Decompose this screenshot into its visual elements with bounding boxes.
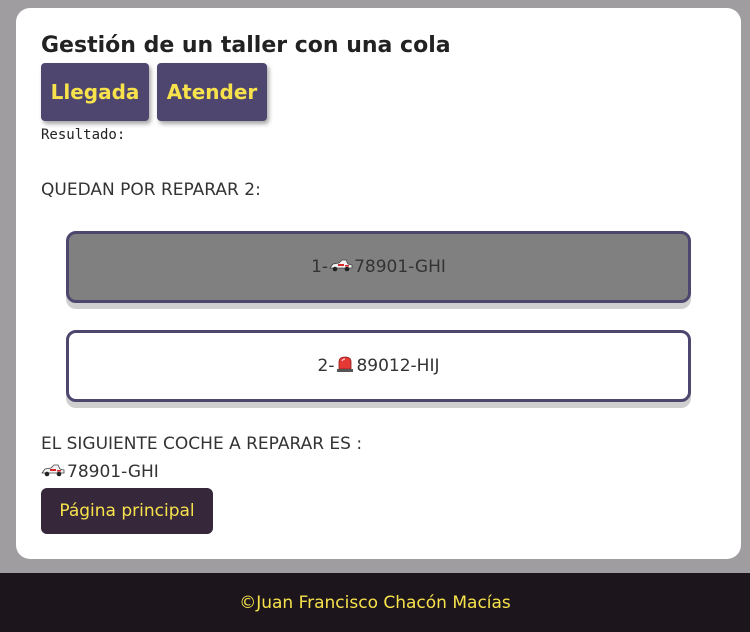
footer: ©Juan Francisco Chacón Macías [0,573,750,632]
queue-item-1[interactable]: 1- 78901-GHI [66,231,691,303]
atender-button[interactable]: Atender [157,63,267,121]
queue-item-2[interactable]: 2- 89012-HIJ [66,330,691,402]
llegada-button[interactable]: Llegada [41,63,149,121]
police-light-icon [335,355,355,378]
main-card: Gestión de un taller con una cola Llegad… [16,8,741,559]
race-car-icon [41,462,65,482]
queue-heading: QUEDAN POR REPARAR 2: [41,180,261,200]
page: Gestión de un taller con una cola Llegad… [0,0,750,632]
next-car-plate: 78901-GHI [67,462,159,482]
race-car-icon [329,257,353,277]
footer-credit: ©Juan Francisco Chacón Macías [239,592,511,613]
queue-item-index: 2- [317,356,335,376]
page-title: Gestión de un taller con una cola [41,33,451,58]
queue-item-index: 1- [311,257,329,277]
next-car: 78901-GHI [41,462,159,482]
home-button[interactable]: Página principal [41,488,213,534]
result-label: Resultado: [41,127,126,143]
queue-item-plate: 78901-GHI [354,257,446,277]
queue-item-plate: 89012-HIJ [356,356,440,376]
next-car-heading: EL SIGUIENTE COCHE A REPARAR ES : [41,434,363,454]
